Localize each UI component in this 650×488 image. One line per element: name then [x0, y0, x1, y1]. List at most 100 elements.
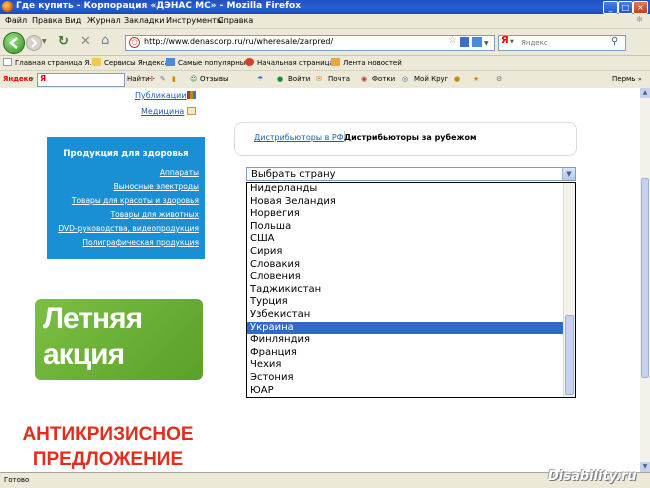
search-bar[interactable]: Я ▼ ⚲	[498, 35, 626, 51]
country-option[interactable]: Словения	[247, 271, 565, 284]
address-bar[interactable]: ○ http://www.denascorp.ru/ru/wheresale/z…	[125, 35, 495, 51]
page-scrollbar-thumb[interactable]	[641, 178, 649, 378]
publications-link[interactable]: Публикации	[135, 91, 187, 100]
reload-icon[interactable]: ↻	[58, 34, 69, 49]
yandex-find-button[interactable]: Найти	[127, 75, 150, 83]
country-option[interactable]: Польша	[247, 221, 565, 234]
photos-button[interactable]: Фотки	[372, 75, 395, 83]
country-option[interactable]: Чехия	[247, 359, 565, 372]
forward-arrow-icon	[31, 38, 38, 48]
page-scrollbar[interactable]: ▲ ▼	[640, 88, 650, 472]
bookmark-news[interactable]: Лента новостей	[331, 58, 402, 67]
health-item-animals[interactable]: Товары для животных	[111, 210, 199, 219]
mail-button[interactable]: Почта	[328, 75, 350, 83]
menu-view[interactable]: Вид	[65, 16, 81, 25]
forward-button[interactable]	[26, 35, 42, 51]
country-option[interactable]: Норвегия	[247, 208, 565, 221]
search-input[interactable]	[521, 37, 605, 48]
close-window-button[interactable]: ×	[633, 1, 648, 14]
watermark: Disability.ru	[548, 469, 637, 484]
menu-history[interactable]: Журнал	[87, 16, 121, 25]
engine-dropdown-icon[interactable]: ▼	[510, 39, 514, 45]
login-button[interactable]: Войти	[288, 75, 310, 83]
pin-icon[interactable]: ✢	[149, 75, 155, 83]
bookmarks-toolbar: Главная страница Я... Сервисы Яндекса Са…	[0, 56, 650, 71]
country-dropdown-list[interactable]: Нидерланды Новая Зеландия Норвегия Польш…	[246, 182, 576, 398]
chevron-down-icon[interactable]: ▼	[562, 168, 575, 180]
rss-icon[interactable]	[460, 37, 469, 47]
scroll-down-icon[interactable]: ▼	[640, 462, 650, 472]
anticrisis-line-2[interactable]: ПРЕДЛОЖЕНИЕ	[13, 449, 203, 471]
country-option-selected[interactable]: Украина	[247, 321, 565, 335]
my-circle-button[interactable]: Мой Круг	[414, 75, 448, 83]
menu-tools[interactable]: Инструменты	[166, 16, 223, 25]
bookmark-yandex-services[interactable]: Сервисы Яндекса	[92, 58, 169, 67]
dropdown-scrollbar[interactable]	[563, 183, 575, 397]
tab-distributors-russia[interactable]: Дистрибьюторы в РФ	[254, 133, 344, 142]
back-arrow-icon	[9, 37, 18, 49]
yandex-engine-icon[interactable]: Я	[501, 35, 509, 46]
back-button[interactable]	[3, 32, 25, 54]
country-option[interactable]: Сирия	[247, 246, 565, 259]
country-option[interactable]: Эстония	[247, 372, 565, 385]
weather-icon[interactable]: ☂	[257, 75, 263, 83]
country-option[interactable]: Франция	[247, 347, 565, 360]
reviews-button[interactable]: Отзывы	[200, 75, 229, 83]
pencil-icon[interactable]: ✎	[160, 75, 166, 83]
health-item-printed[interactable]: Полиграфическая продукция	[82, 238, 199, 247]
publications-icon	[187, 91, 196, 99]
health-products-box: Продукция для здоровья Аппараты Выносные…	[47, 137, 205, 259]
bookmark-most-visited[interactable]: Самые популярные	[166, 58, 250, 67]
history-dropdown-icon[interactable]: ▼	[42, 38, 47, 45]
dropdown-scrollbar-thumb[interactable]	[565, 315, 574, 395]
country-option[interactable]: Турция	[247, 296, 565, 309]
stop-icon[interactable]: ✕	[80, 34, 91, 49]
distributor-tabs: Дистрибьюторы в РФ | Дистрибьюторы за ру…	[234, 122, 577, 156]
country-option[interactable]: ЮАР	[247, 385, 565, 397]
health-item-dvd[interactable]: DVD-руководства, видеопродукция	[58, 224, 199, 233]
home-icon[interactable]: ⌂	[101, 33, 109, 48]
tab-distributors-abroad[interactable]: Дистрибьюторы за рубежом	[344, 133, 477, 142]
toolbar-overflow-icon[interactable]: »	[638, 76, 642, 83]
country-option[interactable]: Словакия	[247, 259, 565, 272]
chart-icon[interactable]: ▮	[172, 75, 176, 83]
country-option[interactable]: Финляндия	[247, 334, 565, 347]
bookmarks-star-icon[interactable]: ★	[473, 75, 479, 83]
country-option[interactable]: США	[247, 233, 565, 246]
scroll-up-icon[interactable]: ▲	[640, 88, 650, 98]
url-text[interactable]: http://www.denascorp.ru/ru/wheresale/zar…	[144, 37, 333, 46]
money-icon[interactable]: ●	[454, 75, 460, 83]
menu-edit[interactable]: Правка	[32, 16, 62, 25]
anticrisis-line-1[interactable]: АНТИКРИЗИСНОЕ	[13, 424, 203, 446]
country-option[interactable]: Нидерланды	[247, 183, 565, 196]
menu-file[interactable]: Файл	[5, 16, 27, 25]
status-text: Готово	[4, 476, 30, 484]
menu-bookmarks[interactable]: Закладки	[124, 16, 164, 25]
yandex-menu-dropdown-icon[interactable]: ▼	[30, 77, 34, 83]
maximize-button[interactable]: □	[618, 1, 633, 14]
bookmark-star-icon[interactable]: ☆	[448, 35, 457, 46]
country-option[interactable]: Таджикистан	[247, 284, 565, 297]
rss-feed-icon	[331, 58, 340, 66]
url-dropdown-icon[interactable]: ▼	[484, 40, 489, 47]
minimize-button[interactable]: _	[603, 1, 618, 14]
yandex-search-input[interactable]: Я	[37, 73, 125, 87]
download-icon[interactable]	[472, 37, 482, 47]
summer-promo-banner[interactable]: Летняя акция	[35, 299, 203, 380]
country-option[interactable]: Новая Зеландия	[247, 196, 565, 209]
country-option[interactable]: Узбекистан	[247, 309, 565, 322]
bookmark-start-page[interactable]: Начальная страница	[245, 58, 334, 67]
window-title: Где купить - Корпорация «ДЭНАС МС» - Moz…	[16, 1, 302, 11]
bookmark-yandex-home[interactable]: Главная страница Я...	[3, 58, 96, 67]
settings-gear-icon[interactable]: ⚙	[496, 75, 502, 83]
health-item-remote-electrodes[interactable]: Выносные электроды	[114, 182, 199, 191]
yandex-logo[interactable]: Яндекс	[3, 75, 33, 83]
country-select[interactable]: Выбрать страну ▼	[246, 167, 576, 181]
medicine-link[interactable]: Медицина	[141, 107, 184, 116]
menu-help[interactable]: Справка	[218, 16, 253, 25]
country-select-value: Выбрать страну	[251, 169, 336, 180]
search-icon[interactable]: ⚲	[611, 36, 618, 47]
health-item-beauty-health[interactable]: Товары для красоты и здоровья	[72, 196, 199, 205]
health-item-devices[interactable]: Аппараты	[160, 168, 199, 177]
region-label[interactable]: Пермь	[612, 75, 635, 83]
